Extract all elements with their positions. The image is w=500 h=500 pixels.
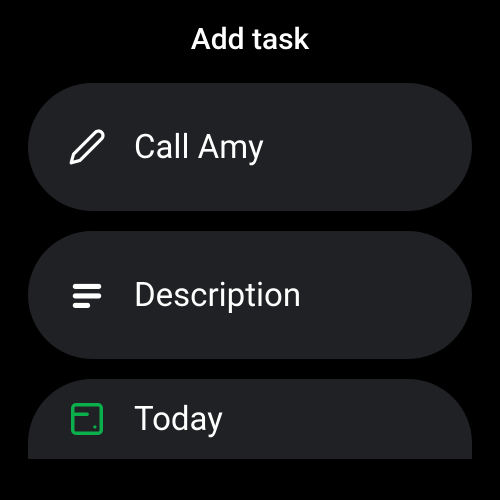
pencil-icon	[68, 128, 106, 166]
task-description-label: Description	[134, 276, 301, 315]
task-name-button[interactable]: Call Amy	[28, 83, 472, 211]
task-description-button[interactable]: Description	[28, 231, 472, 359]
page-title: Add task	[0, 0, 500, 83]
calendar-icon	[68, 400, 106, 438]
task-name-label: Call Amy	[134, 128, 264, 167]
task-options-list: Call Amy Description Today	[0, 83, 500, 459]
task-date-button[interactable]: Today	[28, 379, 472, 459]
task-date-label: Today	[134, 400, 223, 439]
description-icon	[68, 276, 106, 314]
